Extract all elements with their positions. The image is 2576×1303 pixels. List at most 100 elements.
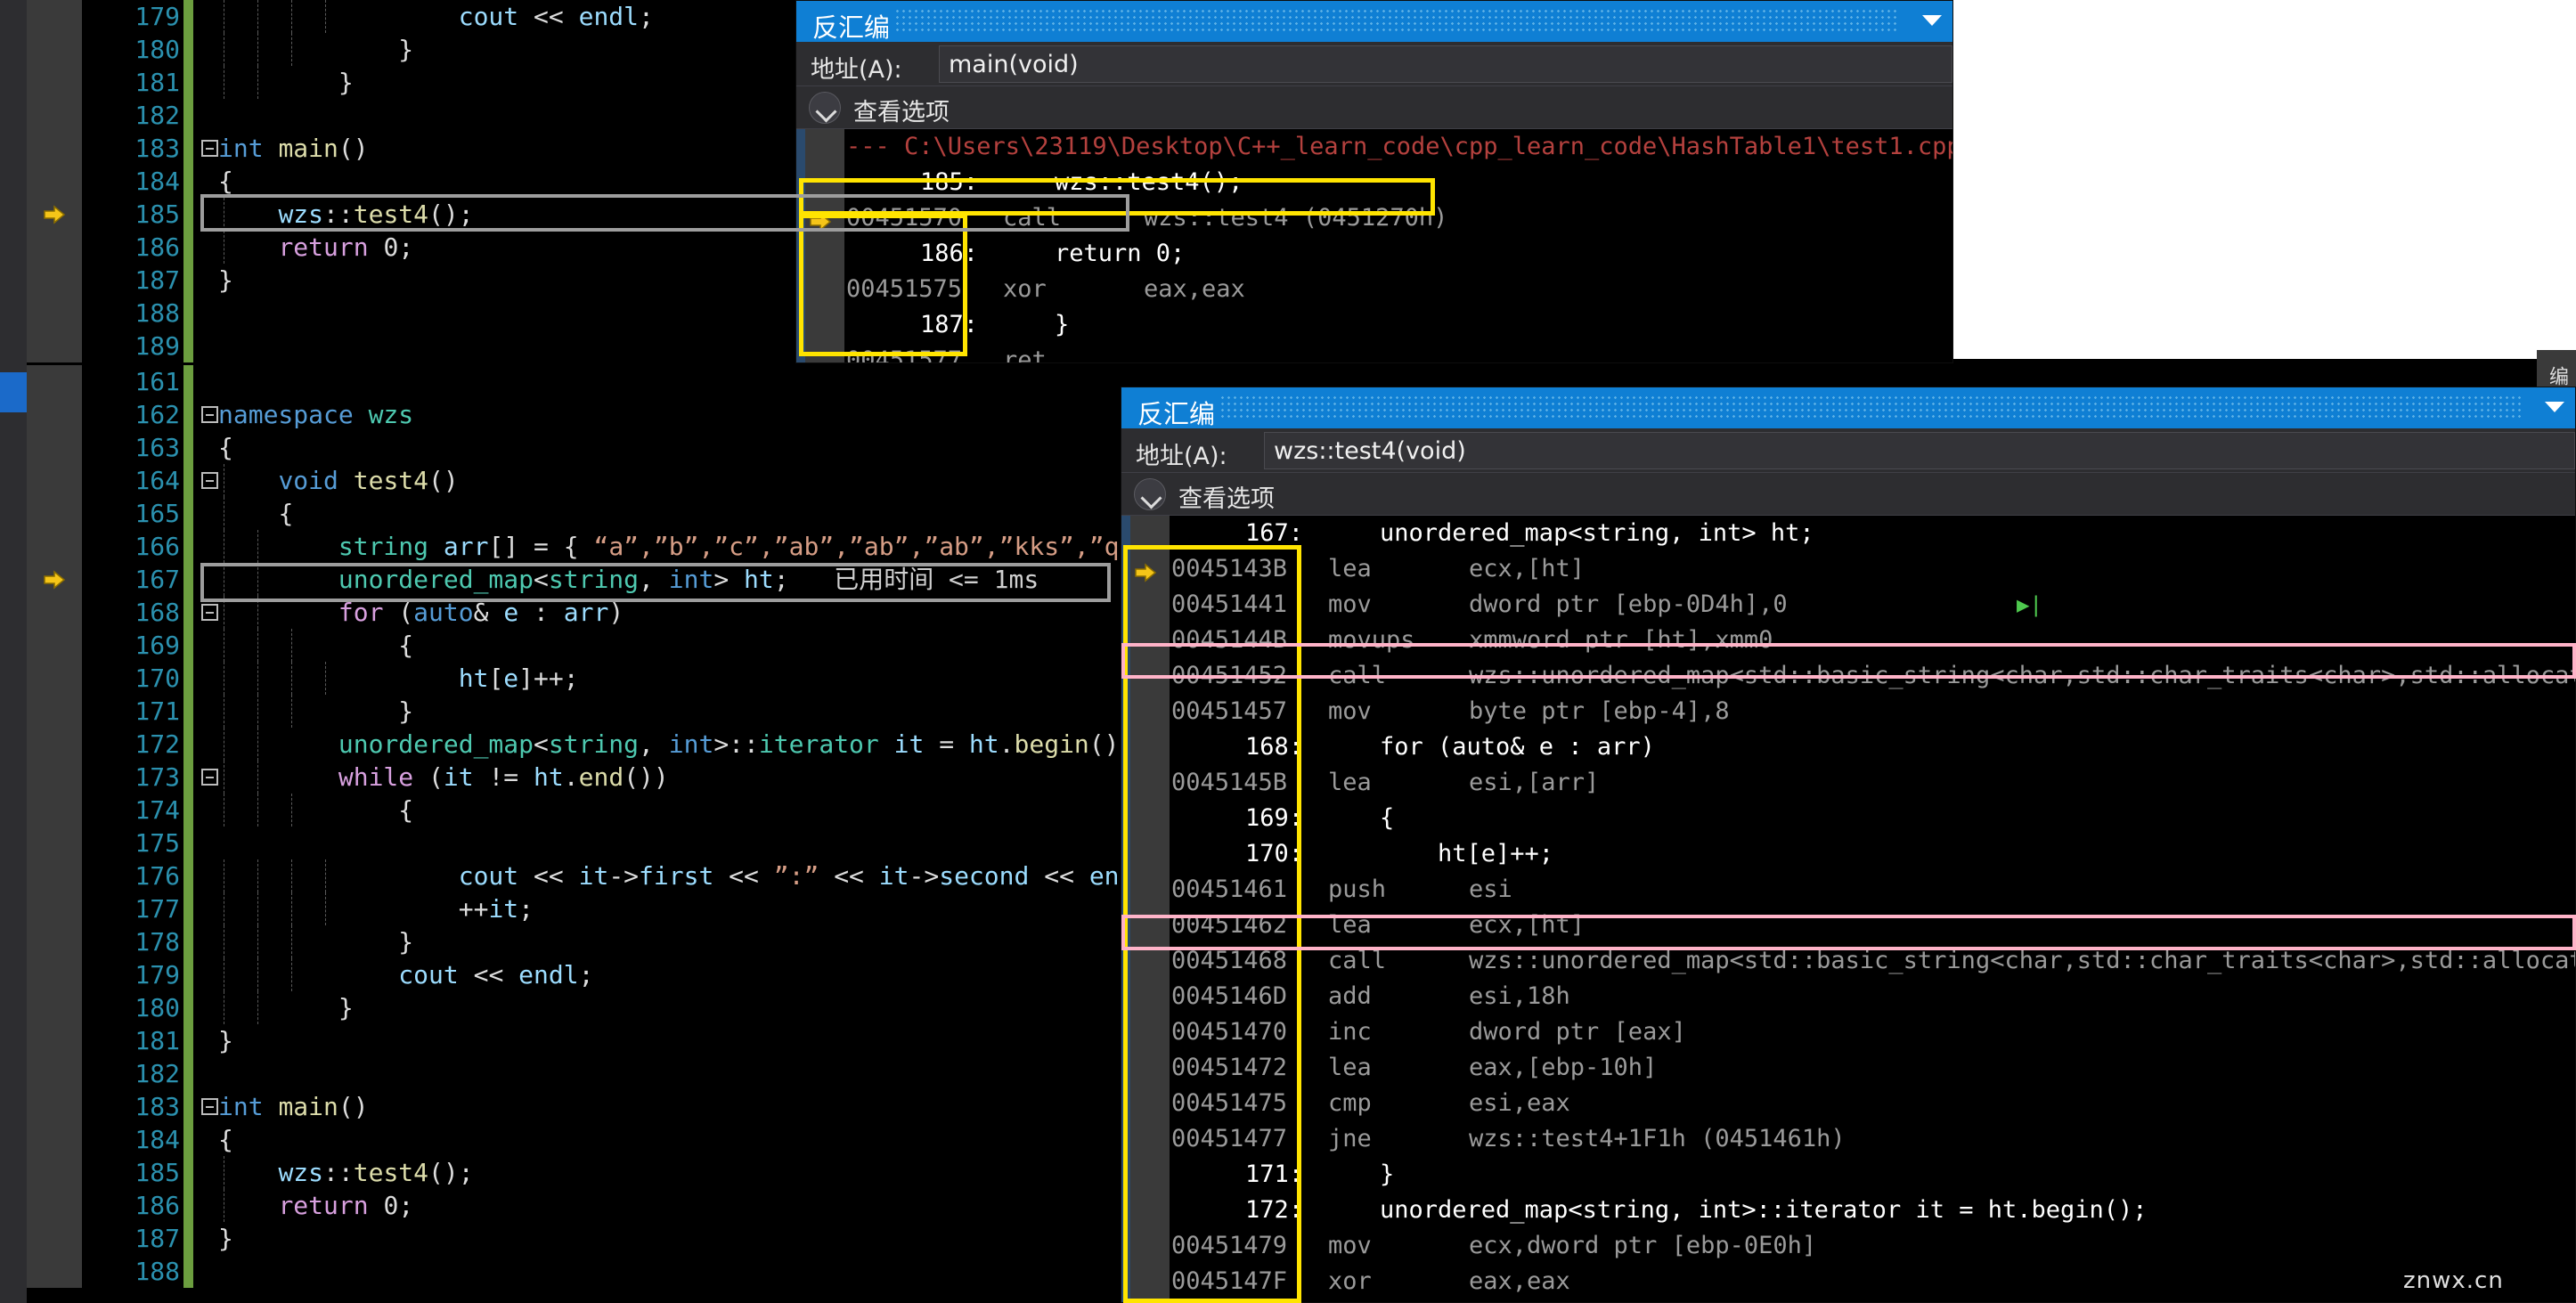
indicator-margin[interactable] <box>27 827 82 859</box>
disassembly-title-bar-2[interactable]: 反汇编 <box>1121 387 2575 429</box>
disassembly-row[interactable]: 185: wzs::test4(); <box>796 165 1952 200</box>
indicator-margin[interactable] <box>27 695 82 728</box>
instruction-address: 00451452 <box>1171 662 1288 689</box>
disassembly-row[interactable]: 00451472 lea eax,[ebp-10h] <box>1121 1050 2575 1086</box>
disassembly-row[interactable]: 170: ht[e]++; <box>1121 836 2575 872</box>
disassembly-row[interactable]: 00451477 jne wzs::test4+1F1h (0451461h) <box>1121 1121 2575 1157</box>
indicator-margin[interactable] <box>27 859 82 892</box>
fold-toggle-icon[interactable] <box>201 604 218 621</box>
indicator-margin[interactable] <box>27 0 82 33</box>
indicator-margin[interactable] <box>27 1255 82 1288</box>
fold-toggle-icon[interactable] <box>201 1098 218 1115</box>
disassembly-row[interactable]: 0045145B lea esi,[arr] <box>1121 765 2575 801</box>
disassembly-row[interactable]: 00451570 call wzs::test4 (0451270h) <box>796 200 1952 236</box>
indicator-margin[interactable] <box>27 958 82 991</box>
indicator-margin[interactable] <box>27 497 82 530</box>
code-token: < <box>534 565 549 594</box>
indicator-margin[interactable] <box>27 297 82 330</box>
disassembly-row[interactable]: 00451475 cmp esi,eax <box>1121 1086 2575 1121</box>
disassembly-row[interactable]: 172: unordered_map<string, int>::iterator… <box>1121 1193 2575 1228</box>
disassembly-row[interactable]: 00451462 lea ecx,[ht] <box>1121 908 2575 943</box>
code-token: : <box>518 598 564 627</box>
indicator-margin[interactable] <box>27 464 82 497</box>
disassembly-row[interactable]: 00451481 mov edx,dword ptr [ht] <box>1121 1299 2575 1302</box>
chevron-down-circle-icon-2[interactable] <box>1134 478 1166 510</box>
indicator-margin[interactable] <box>27 892 82 925</box>
chevron-down-circle-icon[interactable] <box>809 92 841 124</box>
disassembly-row[interactable]: 0045147F xor eax,eax <box>1121 1264 2575 1299</box>
disassembly-row[interactable]: 167: unordered_map<string, int> ht; <box>1121 516 2575 551</box>
indicator-margin[interactable] <box>27 33 82 66</box>
indicator-margin[interactable] <box>27 1156 82 1189</box>
disassembly-row[interactable]: 0045143B lea ecx,[ht] <box>1121 551 2575 587</box>
view-options-bar-bottom[interactable]: 查看选项 <box>1121 473 2575 516</box>
disassembly-row[interactable]: 169: { <box>1121 801 2575 836</box>
disassembly-row[interactable]: 00451479 mov ecx,dword ptr [ebp-0E0h] <box>1121 1228 2575 1264</box>
disassembly-row[interactable]: 186: return 0; <box>796 236 1952 272</box>
instruction-operands: esi,eax <box>1469 1089 1570 1117</box>
indicator-margin[interactable] <box>27 1024 82 1057</box>
view-options-bar-top[interactable]: 查看选项 <box>796 86 1952 129</box>
title-drag-dots[interactable] <box>894 8 1899 33</box>
disassembly-row[interactable]: 187:} <box>796 307 1952 343</box>
change-margin-bar <box>183 398 193 431</box>
disassembly-row[interactable]: 00451470 inc dword ptr [eax] <box>1121 1014 2575 1050</box>
fold-toggle-icon[interactable] <box>201 140 218 157</box>
address-bar-bottom[interactable]: 地址(A): wzs::test4(void) <box>1121 428 2575 473</box>
disassembly-body-bottom[interactable]: 167: unordered_map<string, int> ht; 004514… <box>1121 516 2575 1302</box>
disassembly-row[interactable]: 00451575 xor eax,eax <box>796 272 1952 307</box>
indicator-margin[interactable] <box>27 662 82 695</box>
disassembly-window-test4[interactable]: 反汇编 地址(A): wzs::test4(void) 查看选项 167: uno… <box>1121 387 2576 1303</box>
disassembly-title-bar[interactable]: 反汇编 <box>796 1 1952 43</box>
indicator-margin[interactable] <box>27 1090 82 1123</box>
indicator-margin[interactable] <box>27 1057 82 1090</box>
indicator-margin[interactable] <box>27 1189 82 1222</box>
disassembly-row[interactable]: 00451577 ret <box>796 343 1952 362</box>
disassembly-row[interactable]: 0045144B movups xmmword ptr [ht],xmm0 <box>1121 623 2575 658</box>
indicator-margin[interactable] <box>27 66 82 99</box>
indicator-margin[interactable] <box>27 1222 82 1255</box>
chevron-down-icon[interactable] <box>1922 15 1942 26</box>
disassembly-row[interactable]: 171:} <box>1121 1157 2575 1193</box>
disassembly-body-top[interactable]: --- C:\Users\23119\Desktop\C++_learn_cod… <box>796 129 1952 362</box>
indicator-margin[interactable] <box>27 761 82 794</box>
indicator-margin[interactable] <box>27 1123 82 1156</box>
fold-toggle-icon[interactable] <box>201 472 218 489</box>
disassembly-row[interactable]: 00451452 call wzs::unordered_map<std::basi… <box>1121 658 2575 694</box>
disassembly-row[interactable]: 00451468 call wzs::unordered_map<std::basi… <box>1121 943 2575 979</box>
indicator-margin[interactable] <box>27 264 82 297</box>
disassembly-row[interactable]: 00451457 mov byte ptr [ebp-4],8 <box>1121 694 2575 729</box>
code-text: wzs::test4(); <box>218 198 473 231</box>
indicator-margin[interactable] <box>27 596 82 629</box>
code-token: << <box>518 861 579 891</box>
indicator-margin[interactable] <box>27 530 82 563</box>
indicator-margin[interactable] <box>27 330 82 362</box>
fold-toggle-icon[interactable] <box>201 406 218 423</box>
title-drag-dots-2[interactable] <box>1219 395 2522 419</box>
disassembly-row[interactable]: 168: for (auto& e : arr) <box>1121 729 2575 765</box>
indicator-margin[interactable] <box>27 629 82 662</box>
disassembly-row[interactable]: 0045146D add esi,18h <box>1121 979 2575 1014</box>
address-bar-top[interactable]: 地址(A): main(void) <box>796 42 1952 86</box>
chevron-down-icon-2[interactable] <box>2545 402 2564 412</box>
disassembly-row[interactable]: 00451461 push esi <box>1121 872 2575 908</box>
indicator-margin[interactable] <box>27 431 82 464</box>
indicator-margin[interactable] <box>27 398 82 431</box>
run-to-here-icon[interactable]: ▶| <box>2017 587 2042 623</box>
indicator-margin[interactable] <box>27 728 82 761</box>
indicator-margin[interactable] <box>27 165 82 198</box>
disassembly-window-main[interactable]: 反汇编 地址(A): main(void) 查看选项 --- C:\Users\… <box>795 0 1953 363</box>
indicator-margin[interactable] <box>27 925 82 958</box>
fold-toggle-icon[interactable] <box>201 769 218 786</box>
disassembly-row[interactable]: --- C:\Users\23119\Desktop\C++_learn_cod… <box>796 129 1952 165</box>
indicator-margin[interactable] <box>27 231 82 264</box>
indicator-margin[interactable] <box>27 991 82 1024</box>
indicator-margin[interactable] <box>27 794 82 827</box>
indicator-margin[interactable] <box>27 99 82 132</box>
address-input-2[interactable]: wzs::test4(void) <box>1264 432 2575 469</box>
indicator-margin[interactable] <box>27 365 82 398</box>
disassembly-row[interactable]: 00451441 mov dword ptr [ebp-0D4h],0 ▶| <box>1121 587 2575 623</box>
indicator-margin[interactable] <box>27 132 82 165</box>
code-text: while (it != ht.end()) <box>218 761 669 794</box>
address-input[interactable]: main(void) <box>939 45 1952 83</box>
